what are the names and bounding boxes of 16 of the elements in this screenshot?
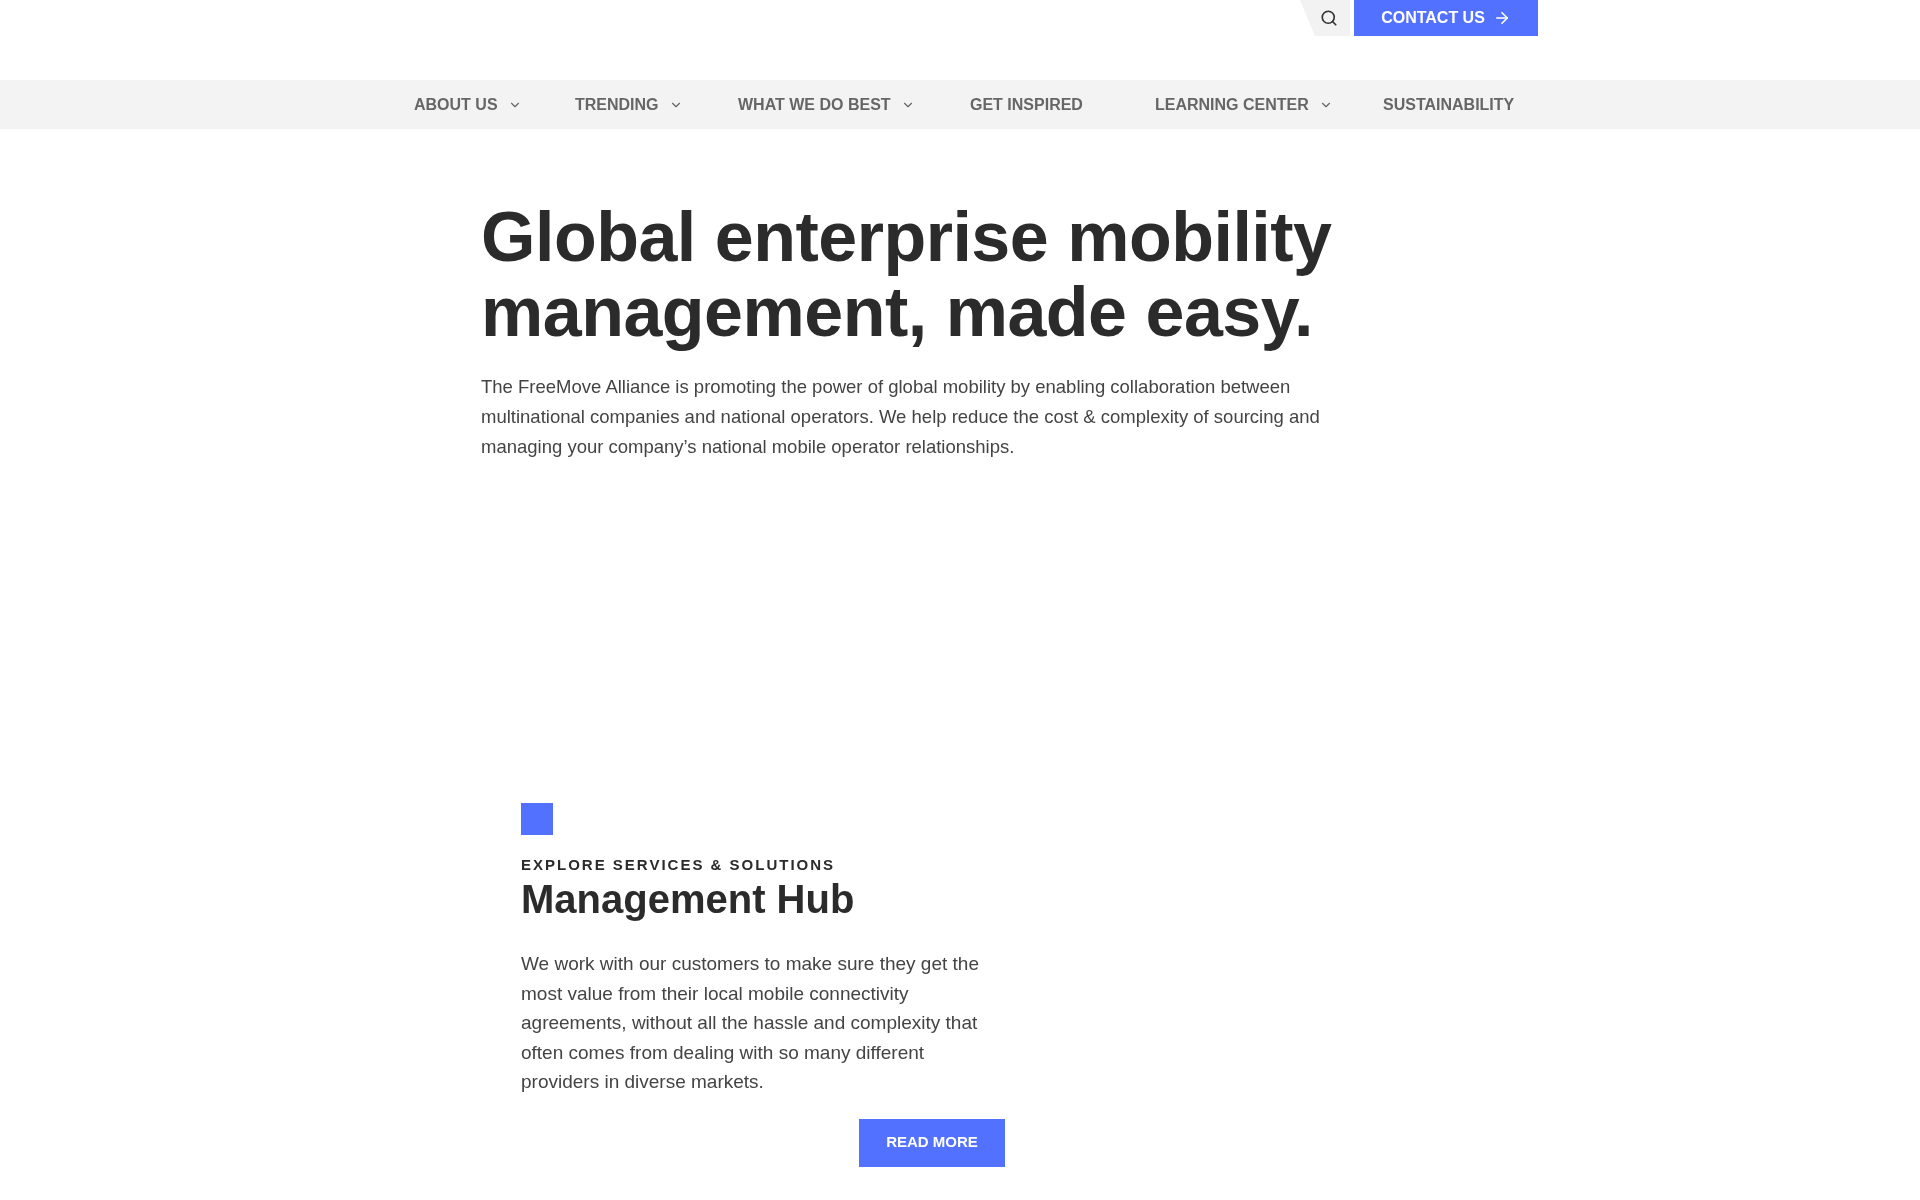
contact-button[interactable]: CONTACT US xyxy=(1354,0,1538,36)
read-more-button[interactable]: READ MORE xyxy=(859,1118,1005,1167)
search-button[interactable] xyxy=(1300,0,1350,36)
nav-link[interactable]: TRENDING xyxy=(575,92,683,117)
accent-square xyxy=(521,803,553,835)
nav-link[interactable]: GET INSPIRED xyxy=(970,92,1083,117)
hero-title: Global enterprise mobility management, made easy. xyxy=(481,200,1333,350)
search-icon xyxy=(1320,9,1338,27)
nav-link[interactable]: LEARNING CENTER xyxy=(1155,92,1333,117)
nav-link[interactable]: ABOUT US xyxy=(414,92,522,117)
section-eyebrow: EXPLORE SERVICES & SOLUTIONS xyxy=(521,855,837,875)
section-title: Management Hub xyxy=(521,876,856,923)
nav-link[interactable]: WHAT WE DO BEST xyxy=(738,92,915,117)
hero-text: The FreeMove Alliance is promoting the power of global mobility by enabling collaboration between multinational companies and national operators. We help reduce the cost & complexity of sourcing and managing your company’s national mobile operator relationships. xyxy=(481,375,1321,459)
nav-link[interactable]: SUSTAINABILITY xyxy=(1383,92,1515,117)
section-text: We work with our customers to make sure they get the most value from their local mobile connectivity agreements, without all the hassle and complexity that often comes from dealing with so many different providers in diverse markets. xyxy=(521,952,980,1094)
